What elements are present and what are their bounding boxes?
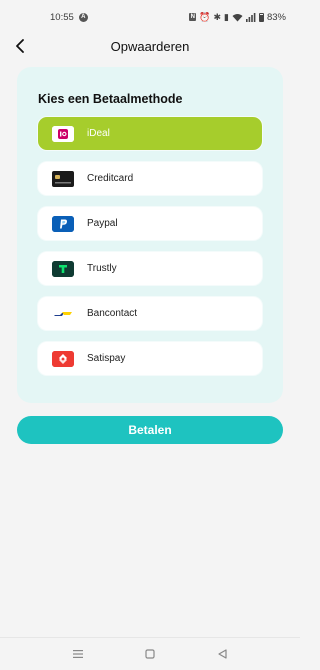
- bluetooth-icon: ✱: [213, 11, 222, 22]
- chevron-left-icon: [16, 39, 24, 53]
- payment-method-list: iDeal Creditcard Paypal Trustly Banconta…: [38, 117, 262, 375]
- status-time: 10:55: [50, 11, 74, 23]
- payment-method-trustly[interactable]: Trustly: [38, 252, 262, 285]
- status-left: 10:55 A: [50, 12, 88, 23]
- battery-percent: 83%: [266, 11, 286, 23]
- vibrate-icon: ▮: [224, 11, 229, 22]
- nfc-icon: N: [189, 13, 197, 21]
- payment-method-ideal[interactable]: iDeal: [38, 117, 262, 150]
- payment-method-card: Kies een Betaalmethode iDeal Creditcard …: [17, 67, 283, 403]
- payment-method-label: Paypal: [87, 218, 118, 229]
- signal-icon: [245, 12, 256, 22]
- payment-method-label: Satispay: [87, 353, 126, 364]
- satispay-icon: [52, 350, 74, 367]
- system-nav-bar: [0, 637, 300, 670]
- payment-method-label: Bancontact: [87, 308, 138, 319]
- back-nav-button[interactable]: [215, 647, 229, 661]
- menu-icon: [73, 650, 83, 658]
- payment-method-label: Creditcard: [87, 173, 134, 184]
- home-button[interactable]: [143, 647, 157, 661]
- paypal-icon: [52, 215, 74, 232]
- wifi-icon: [232, 13, 243, 21]
- bancontact-icon: [52, 305, 74, 322]
- payment-method-label: iDeal: [87, 128, 110, 139]
- triangle-back-icon: [217, 649, 227, 659]
- ideal-icon: [52, 125, 74, 142]
- payment-method-creditcard[interactable]: Creditcard: [38, 162, 262, 195]
- payment-method-label: Trustly: [87, 263, 117, 274]
- payment-method-satispay[interactable]: Satispay: [38, 342, 262, 375]
- back-button[interactable]: [10, 34, 30, 58]
- header: Opwaarderen: [0, 34, 300, 58]
- creditcard-icon: [52, 170, 74, 187]
- card-heading: Kies een Betaalmethode: [38, 92, 183, 106]
- page-title: Opwaarderen: [110, 38, 190, 54]
- status-bar: 10:55 A N ⏰ ✱ ▮ 83%: [0, 0, 300, 34]
- square-icon: [145, 649, 155, 659]
- recent-apps-button[interactable]: [71, 647, 85, 661]
- alarm-icon: ⏰: [199, 11, 211, 22]
- status-right: N ⏰ ✱ ▮ 83%: [189, 12, 286, 23]
- payment-method-bancontact[interactable]: Bancontact: [38, 297, 262, 330]
- trustly-icon: [52, 260, 74, 277]
- payment-method-paypal[interactable]: Paypal: [38, 207, 262, 240]
- notification-a-icon: A: [78, 12, 88, 22]
- battery-icon: [258, 12, 264, 22]
- pay-button[interactable]: Betalen: [17, 416, 283, 444]
